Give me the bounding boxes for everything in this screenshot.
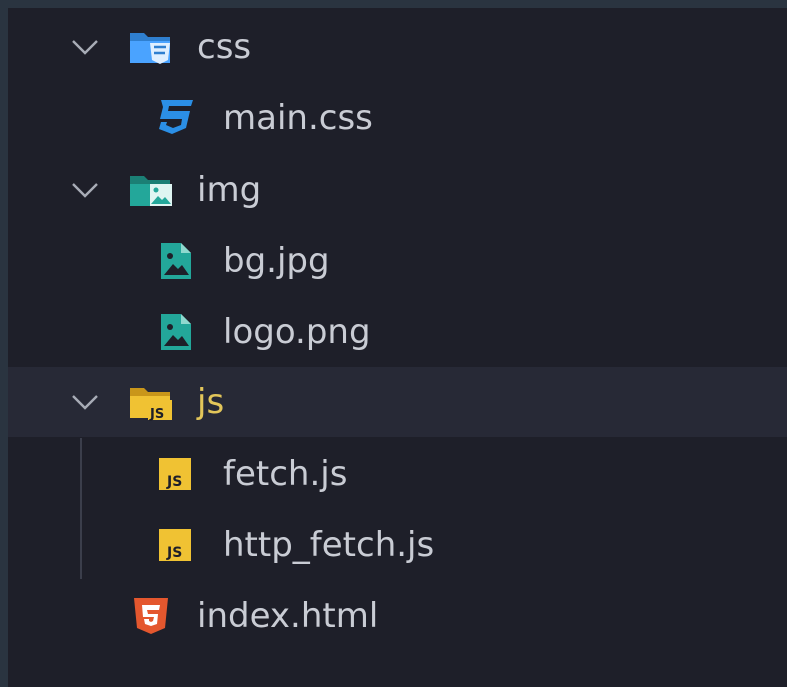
svg-text:JS: JS (166, 545, 182, 561)
file-row-fetch-js[interactable]: JS fetch.js (8, 439, 787, 509)
file-row-bg-jpg[interactable]: bg.jpg (8, 226, 787, 296)
image-file-icon (153, 241, 199, 281)
file-row-http-fetch-js[interactable]: JS http_fetch.js (8, 510, 787, 580)
js-file-icon: JS (153, 454, 199, 494)
folder-label: css (197, 27, 252, 67)
html5-file-icon (128, 596, 174, 636)
folder-label: js (197, 382, 225, 422)
folder-row-css[interactable]: css (8, 12, 787, 82)
file-label: index.html (197, 596, 379, 636)
folder-row-img[interactable]: img (8, 155, 787, 225)
file-row-logo-png[interactable]: logo.png (8, 297, 787, 367)
chevron-down-icon[interactable] (70, 37, 100, 57)
file-label: http_fetch.js (223, 525, 435, 565)
file-row-index-html[interactable]: index.html (8, 581, 787, 651)
svg-text:JS: JS (149, 407, 164, 422)
css3-file-icon (153, 98, 199, 138)
file-explorer: css main.css img bg.jpg logo.png JS js J… (8, 8, 787, 687)
folder-row-js[interactable]: JS js (8, 367, 787, 437)
file-row-main-css[interactable]: main.css (8, 83, 787, 153)
image-file-icon (153, 312, 199, 352)
file-label: logo.png (223, 312, 371, 352)
chevron-down-icon[interactable] (70, 392, 100, 412)
file-label: main.css (223, 98, 373, 138)
css-folder-icon (128, 27, 174, 67)
image-folder-icon (128, 170, 174, 210)
file-label: fetch.js (223, 454, 348, 494)
js-file-icon: JS (153, 525, 199, 565)
folder-label: img (197, 170, 262, 210)
js-folder-icon: JS (128, 382, 174, 422)
file-label: bg.jpg (223, 241, 330, 281)
chevron-down-icon[interactable] (70, 180, 100, 200)
svg-text:JS: JS (166, 474, 182, 490)
